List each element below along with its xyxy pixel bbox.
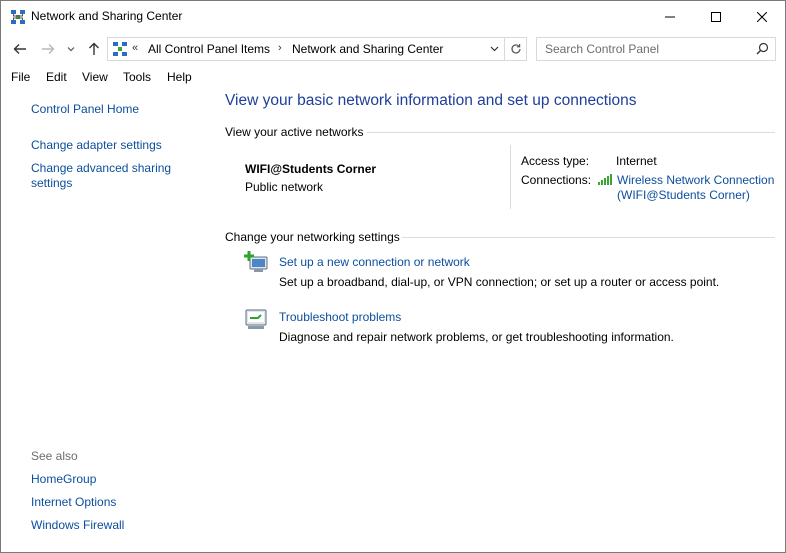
forward-arrow-icon [42, 44, 55, 54]
wireless-connection-link[interactable]: Wireless Network Connection (WIFI@Studen… [598, 173, 774, 203]
search-icon[interactable] [756, 42, 769, 55]
connection-name-line1[interactable]: Wireless Network Connection [617, 173, 774, 187]
window-title: Network and Sharing Center [31, 9, 183, 23]
maximize-icon [711, 11, 721, 22]
section-divider [367, 132, 775, 133]
recent-locations-button[interactable] [64, 39, 78, 59]
breadcrumb-all-control-panel-items[interactable]: All Control Panel Items [148, 42, 270, 56]
menu-help[interactable]: Help [167, 70, 192, 84]
main-content: View your basic network information and … [224, 87, 784, 552]
chevron-down-icon [67, 47, 75, 52]
breadcrumb-network-and-sharing-center[interactable]: Network and Sharing Center [292, 42, 443, 56]
page-title: View your basic network information and … [225, 92, 637, 109]
change-adapter-settings-link[interactable]: Change adapter settings [31, 138, 206, 153]
control-panel-home-link[interactable]: Control Panel Home [31, 102, 206, 117]
wifi-signal-icon [598, 174, 612, 185]
back-arrow-icon [13, 44, 26, 54]
active-networks-heading: View your active networks [225, 125, 364, 139]
up-button[interactable] [84, 39, 104, 59]
menu-edit[interactable]: Edit [46, 70, 67, 84]
address-bar[interactable]: « All Control Panel Items › Network and … [107, 37, 527, 61]
connections-label: Connections: [521, 173, 592, 187]
menu-tools[interactable]: Tools [123, 70, 151, 84]
homegroup-link[interactable]: HomeGroup [31, 472, 206, 487]
back-button[interactable] [10, 39, 30, 59]
breadcrumb-separator[interactable]: › [278, 42, 282, 54]
chevron-down-icon [490, 46, 498, 52]
connection-name-line2[interactable]: (WIFI@Students Corner) [617, 188, 750, 202]
network-type-link[interactable]: Public network [245, 180, 323, 194]
maximize-button[interactable] [693, 1, 739, 32]
menu-view[interactable]: View [82, 70, 108, 84]
internet-options-link[interactable]: Internet Options [31, 495, 206, 510]
network-info-divider [510, 145, 511, 209]
close-icon [757, 11, 767, 22]
network-location-icon [113, 42, 127, 56]
refresh-button[interactable] [504, 38, 526, 60]
troubleshoot-problems-description: Diagnose and repair network problems, or… [279, 330, 674, 344]
search-input[interactable] [537, 38, 755, 60]
forward-button[interactable] [38, 39, 58, 59]
minimize-icon [665, 16, 675, 17]
title-bar: Network and Sharing Center [1, 1, 785, 32]
menu-file[interactable]: File [11, 70, 30, 84]
window: Network and Sharing Center « All Control… [0, 0, 786, 553]
address-dropdown-button[interactable] [486, 40, 502, 58]
troubleshoot-problems-link[interactable]: Troubleshoot problems [279, 310, 401, 324]
network-name: WIFI@Students Corner [245, 162, 377, 176]
up-arrow-icon [89, 42, 99, 55]
menu-bar: File Edit View Tools Help [1, 67, 785, 87]
search-box[interactable] [536, 37, 776, 61]
see-also-label: See also [31, 449, 78, 463]
minimize-button[interactable] [647, 1, 693, 32]
navigation-bar: « All Control Panel Items › Network and … [1, 35, 785, 63]
windows-firewall-link[interactable]: Windows Firewall [31, 518, 206, 533]
networking-settings-heading: Change your networking settings [225, 230, 400, 244]
new-connection-icon [244, 251, 268, 272]
change-advanced-sharing-settings-link[interactable]: Change advanced sharing settings [31, 161, 206, 191]
setup-new-connection-description: Set up a broadband, dial-up, or VPN conn… [279, 275, 720, 289]
network-app-icon [11, 10, 25, 24]
left-pane: Control Panel Home Change adapter settin… [1, 87, 216, 552]
access-type-value: Internet [616, 154, 657, 168]
section-divider [402, 237, 775, 238]
access-type-label: Access type: [521, 154, 590, 168]
setup-new-connection-link[interactable]: Set up a new connection or network [279, 255, 470, 269]
refresh-icon [510, 44, 521, 54]
breadcrumb-overflow[interactable]: « [132, 42, 138, 54]
troubleshoot-icon [245, 309, 267, 329]
close-button[interactable] [739, 1, 785, 32]
